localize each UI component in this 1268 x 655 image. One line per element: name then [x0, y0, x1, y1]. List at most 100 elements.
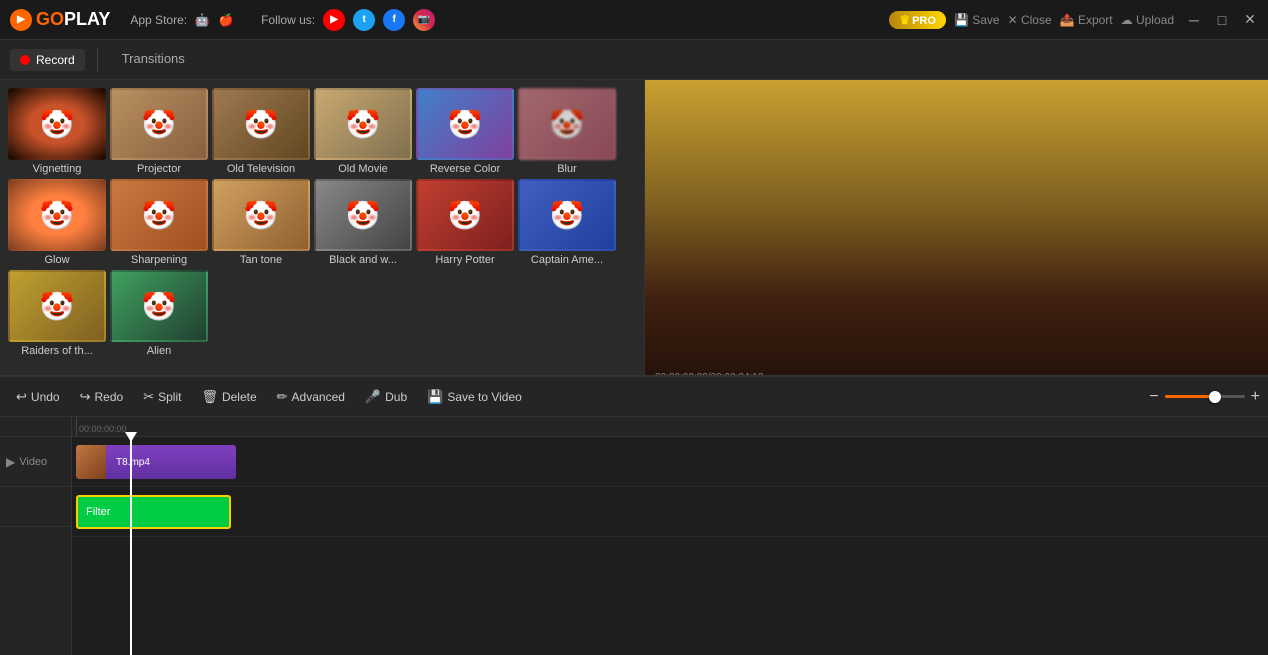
redo-label: Redo — [95, 390, 124, 404]
filter-overlay-tan-tone: 🤡 — [214, 181, 308, 249]
filter-thumb-raiders: 🤡 — [8, 270, 106, 342]
filter-track-row: Filter — [72, 487, 1268, 537]
filter-item-sharpening[interactable]: 🤡 Sharpening — [110, 179, 208, 266]
instagram-btn[interactable]: 📷 — [413, 9, 435, 31]
filter-label-sharpening: Sharpening — [131, 254, 187, 266]
video-clip-thumb — [76, 445, 106, 479]
youtube-btn[interactable]: ▶ — [323, 9, 345, 31]
facebook-btn[interactable]: f — [383, 9, 405, 31]
filter-label-captain-ame: Captain Ame... — [531, 254, 603, 266]
filter-track-label — [0, 487, 71, 527]
filter-overlay-sharpening: 🤡 — [112, 181, 206, 249]
save-video-icon: 💾 — [427, 389, 443, 405]
filter-item-black-and-w[interactable]: 🤡 Black and w... — [314, 179, 412, 266]
video-clip[interactable]: T8.mp4 — [76, 445, 236, 479]
delete-label: Delete — [222, 390, 257, 404]
maximize-btn[interactable]: □ — [1214, 12, 1230, 28]
filter-label-projector: Projector — [137, 163, 181, 175]
delete-icon: 🗑 — [201, 389, 218, 405]
record-label: Record — [36, 53, 75, 67]
dub-button[interactable]: 🎤 Dub — [357, 385, 415, 409]
filter-overlay-black-and-w: 🤡 — [316, 181, 410, 249]
minimize-btn[interactable]: ─ — [1186, 12, 1202, 28]
filter-item-reverse-color[interactable]: 🤡 Reverse Color — [416, 88, 514, 175]
filter-thumb-projector: 🤡 — [110, 88, 208, 160]
video-clip-name: T8.mp4 — [116, 457, 150, 468]
zoom-slider[interactable] — [1165, 395, 1245, 398]
close-btn[interactable]: ✕ — [1242, 12, 1258, 28]
filter-overlay-raiders: 🤡 — [10, 272, 104, 340]
close-btn-title[interactable]: ✕ Close — [1008, 13, 1052, 27]
tab-transitions[interactable]: Transitions — [110, 45, 197, 74]
timeline-content: 00:00:00:00 T8.mp4 Filter — [72, 417, 1268, 655]
filter-item-old-movie[interactable]: 🤡Old Movie — [314, 88, 412, 175]
video-track-icon: ▶ — [6, 455, 15, 469]
filter-thumb-tan-tone: 🤡 — [212, 179, 310, 251]
appstore-label: App Store: — [130, 13, 187, 27]
filter-label-raiders: Raiders of th... — [21, 345, 93, 357]
save-to-video-button[interactable]: 💾 Save to Video — [419, 385, 530, 409]
ruler-mark-0: 00:00:00:00 — [76, 417, 127, 436]
filter-overlay-glow: 🤡 — [10, 181, 104, 249]
filter-item-glow[interactable]: 🤡Glow — [8, 179, 106, 266]
follow-section: Follow us: ▶ t f 📷 — [261, 9, 443, 31]
zoom-out-btn[interactable]: − — [1149, 388, 1158, 406]
delete-button[interactable]: 🗑 Delete — [193, 385, 264, 409]
filter-overlay-old-television: 🤡 — [214, 90, 308, 158]
zoom-handle[interactable] — [1209, 391, 1221, 403]
apple-icon[interactable]: 🍎 — [217, 11, 235, 29]
filter-item-raiders[interactable]: 🤡 Raiders of th... — [8, 270, 106, 357]
filter-overlay-captain-ame: 🤡 — [520, 181, 614, 249]
advanced-label: Advanced — [292, 390, 345, 404]
record-button[interactable]: Record — [10, 49, 85, 71]
preview-area: 00:00:00:00/00:00:04:18 — [645, 80, 1268, 391]
time-ruler: 00:00:00:00 — [72, 417, 1268, 437]
filter-item-alien[interactable]: 🤡 Alien — [110, 270, 208, 357]
split-button[interactable]: ✂ Split — [135, 385, 189, 409]
filter-clip-label: Filter — [86, 506, 110, 518]
bottom-section: ↩ Undo ↪ Redo ✂ Split 🗑 Delete ✏ Advance… — [0, 375, 1268, 655]
export-btn-title[interactable]: 📤 Export — [1060, 13, 1113, 27]
advanced-icon: ✏ — [277, 389, 288, 405]
filter-item-tan-tone[interactable]: 🤡Tan tone — [212, 179, 310, 266]
filter-label-alien: Alien — [147, 345, 171, 357]
advanced-button[interactable]: ✏ Advanced — [269, 385, 353, 409]
filter-item-harry-potter[interactable]: 🤡Harry Potter — [416, 179, 514, 266]
filter-overlay-old-movie: 🤡 — [316, 90, 410, 158]
logo-play: PLAY — [64, 9, 110, 30]
twitter-btn[interactable]: t — [353, 9, 375, 31]
filter-item-old-television[interactable]: 🤡 Old Television — [212, 88, 310, 175]
filter-thumb-reverse-color: 🤡 — [416, 88, 514, 160]
video-track-label: ▶ Video — [0, 437, 71, 487]
filter-label-reverse-color: Reverse Color — [430, 163, 500, 175]
redo-button[interactable]: ↪ Redo — [72, 385, 132, 409]
filter-clip[interactable]: Filter — [76, 495, 231, 529]
filter-item-blur[interactable]: 🤡Blur — [518, 88, 616, 175]
titlebar: ▶ GOPLAY App Store: 🤖 🍎 Follow us: ▶ t f… — [0, 0, 1268, 40]
filter-thumb-captain-ame: 🤡 — [518, 179, 616, 251]
video-track-text: Video — [19, 456, 47, 468]
filter-thumb-sharpening: 🤡 — [110, 179, 208, 251]
filter-item-projector[interactable]: 🤡 Projector — [110, 88, 208, 175]
filter-label-black-and-w: Black and w... — [329, 254, 397, 266]
split-icon: ✂ — [143, 389, 154, 405]
zoom-in-btn[interactable]: + — [1251, 388, 1260, 406]
android-icon[interactable]: 🤖 — [193, 11, 211, 29]
save-btn-title[interactable]: 💾 Save — [954, 13, 1000, 27]
filter-item-vignetting[interactable]: 🤡Vignetting — [8, 88, 106, 175]
filter-overlay-reverse-color: 🤡 — [418, 90, 512, 158]
filter-overlay-vignetting: 🤡 — [10, 90, 104, 158]
filter-label-harry-potter: Harry Potter — [435, 254, 494, 266]
playhead[interactable] — [130, 437, 132, 655]
filter-thumb-old-television: 🤡 — [212, 88, 310, 160]
dub-label: Dub — [385, 390, 407, 404]
split-label: Split — [158, 390, 181, 404]
filter-item-captain-ame[interactable]: 🤡 Captain Ame... — [518, 179, 616, 266]
filter-label-old-television: Old Television — [227, 163, 295, 175]
upload-btn-title[interactable]: ☁ Upload — [1121, 13, 1174, 27]
undo-button[interactable]: ↩ Undo — [8, 385, 68, 409]
ruler-label — [0, 417, 71, 437]
filter-overlay-alien: 🤡 — [112, 272, 206, 340]
divider — [97, 48, 98, 72]
filter-thumb-blur: 🤡 — [518, 88, 616, 160]
